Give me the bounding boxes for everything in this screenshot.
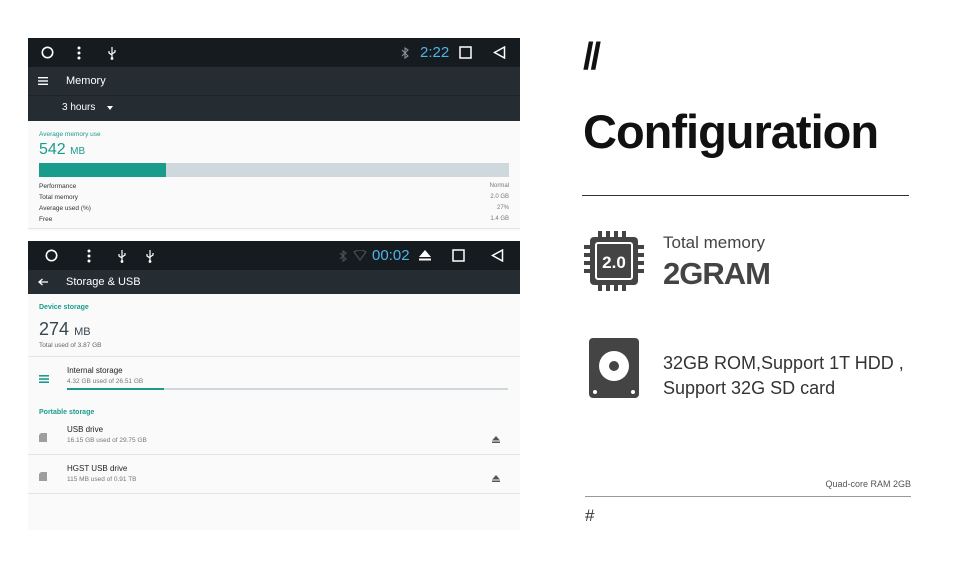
divider: [582, 195, 909, 196]
memory-content: Average memory use 542 MB Performance Nor…: [28, 121, 520, 225]
storage-list-icon: [39, 370, 49, 388]
recents-square-icon[interactable]: [459, 38, 472, 67]
recents-square-icon[interactable]: [452, 241, 465, 270]
stat-label: Free: [39, 216, 53, 223]
used-number: 274: [39, 319, 70, 339]
period-dropdown[interactable]: 3 hours: [62, 96, 114, 120]
dropdown-arrow-icon: [107, 106, 114, 110]
hgst-drive-sub: 115 MB used of 0.91 TB: [67, 476, 137, 483]
average-memory-value: 542 MB: [39, 141, 509, 159]
rom-line-2: Support 32G SD card: [663, 378, 836, 398]
configuration-heading: Configuration: [583, 105, 879, 158]
status-bar: 00:02: [28, 241, 520, 270]
memory-chip-icon: 2.0: [584, 231, 644, 296]
stat-value: 1.4 GB: [490, 216, 509, 222]
hash-mark: #: [585, 506, 595, 525]
wifi-icon: [352, 241, 368, 270]
average-caption: Average memory use: [39, 131, 101, 138]
stat-row: Free 1.4 GB: [39, 214, 509, 225]
internal-storage-title: Internal storage: [67, 366, 123, 375]
usb-icon: [106, 38, 118, 67]
eject-icon[interactable]: [418, 241, 432, 270]
internal-storage-item[interactable]: Internal storage 4.32 GB used of 26.51 G…: [28, 357, 520, 395]
stat-row: Performance Normal: [39, 181, 509, 192]
period-value: 3 hours: [62, 102, 96, 113]
used-storage-value: 274 MB: [28, 319, 520, 340]
divider: [28, 228, 520, 229]
memory-usage-fill: [39, 163, 166, 177]
app-bar: Storage & USB: [28, 270, 520, 294]
home-circle-icon[interactable]: [38, 38, 56, 67]
period-bar: 3 hours: [28, 95, 520, 121]
status-clock: 2:22: [420, 44, 450, 61]
back-triangle-icon[interactable]: [490, 241, 504, 270]
eject-icon[interactable]: [492, 469, 500, 487]
device-storage-header: Device storage: [39, 304, 89, 311]
stat-row: Average used (%) 27%: [39, 203, 509, 214]
hgst-drive-title: HGST USB drive: [67, 464, 128, 473]
stat-value: 27%: [496, 205, 509, 211]
memory-screen: 2:22 Memory 3 hours Average memory use 5…: [28, 38, 520, 231]
hard-disk-icon: [589, 338, 639, 403]
bluetooth-icon: [338, 241, 348, 270]
total-memory-label: Total memory: [663, 233, 766, 252]
divider: [585, 496, 911, 497]
rom-line-1: 32GB ROM,Support 1T HDD ,: [663, 353, 904, 373]
internal-storage-bar: [67, 388, 508, 390]
sd-card-icon: [39, 429, 47, 447]
hgst-drive-item[interactable]: HGST USB drive 115 MB used of 0.91 TB: [28, 455, 520, 493]
stat-row: Total memory 2.0 GB: [39, 192, 509, 203]
eject-icon[interactable]: [492, 430, 500, 448]
back-triangle-icon[interactable]: [492, 38, 506, 67]
status-bar: 2:22: [28, 38, 520, 67]
portable-storage-header: Portable storage: [39, 409, 95, 416]
internal-storage-fill: [67, 388, 165, 390]
total-memory-value: 2GRAM: [663, 256, 771, 291]
stat-value: 2.0 GB: [490, 194, 509, 200]
more-vert-icon[interactable]: [84, 241, 94, 270]
chip-label: 2.0: [602, 253, 626, 272]
stat-label: Average used (%): [39, 205, 91, 212]
usb-drive-title: USB drive: [67, 425, 104, 434]
usb-drive-item[interactable]: USB drive 16.15 GB used of 29.75 GB: [28, 416, 520, 454]
stat-label: Total memory: [39, 194, 79, 201]
divider: [28, 493, 520, 494]
home-circle-icon[interactable]: [43, 241, 59, 270]
stat-label: Performance: [39, 183, 77, 190]
memory-stats: Performance Normal Total memory 2.0 GB Ave…: [39, 181, 509, 225]
rom-description: 32GB ROM,Support 1T HDD , Support 32G SD…: [663, 351, 904, 401]
average-number: 542: [39, 141, 66, 158]
usb-icon: [116, 241, 128, 270]
back-arrow-icon[interactable]: [38, 270, 48, 294]
bluetooth-icon: [400, 38, 410, 67]
status-clock: 00:02: [372, 247, 410, 264]
screen-title: Storage & USB: [66, 276, 141, 288]
usb-drive-sub: 16.15 GB used of 29.75 GB: [67, 437, 147, 444]
footnote: Quad-core RAM 2GB: [825, 479, 911, 489]
more-vert-icon[interactable]: [74, 38, 84, 67]
internal-storage-sub: 4.32 GB used of 26.51 GB: [67, 378, 144, 385]
used-subtitle: Total used of 3.87 GB: [39, 342, 102, 349]
usb-icon: [144, 241, 156, 270]
stat-value: Normal: [489, 183, 509, 189]
sd-card-icon: [39, 468, 47, 486]
decorative-slashes: //: [583, 36, 601, 78]
storage-screen: 00:02 Storage & USB Device storage 274 M…: [28, 241, 520, 530]
average-unit: MB: [70, 146, 86, 157]
hamburger-menu-icon[interactable]: [38, 67, 48, 95]
screen-title: Memory: [66, 75, 106, 87]
memory-usage-bar: [39, 163, 509, 177]
used-unit: MB: [74, 326, 91, 338]
app-bar: Memory: [28, 67, 520, 95]
